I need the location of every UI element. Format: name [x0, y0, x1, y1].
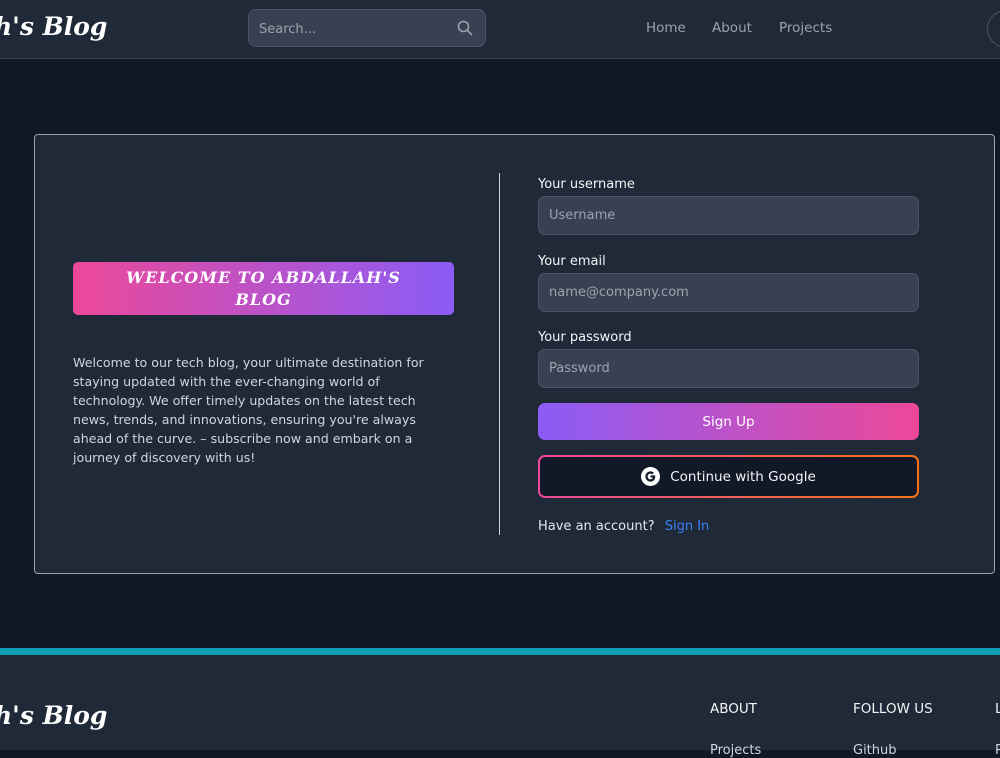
email-field[interactable]	[538, 273, 919, 312]
password-label: Your password	[538, 330, 632, 345]
footer-partial-heading: L	[995, 701, 1000, 717]
continue-with-google-button[interactable]: Continue with Google	[540, 457, 917, 496]
search-box[interactable]	[248, 9, 486, 48]
footer-about-heading: ABOUT	[710, 701, 758, 717]
nav-home-link[interactable]: Home	[646, 20, 686, 36]
footer-follow-heading: FOLLOW US	[853, 701, 933, 717]
vertical-divider	[499, 173, 500, 535]
brand-logo[interactable]: h's Blog	[0, 12, 107, 41]
top-navbar: h's Blog Home About Projects	[0, 0, 1000, 59]
username-field[interactable]	[538, 196, 919, 235]
google-button-border: Continue with Google	[538, 455, 919, 498]
have-account-row: Have an account? Sign In	[538, 519, 709, 534]
footer-partial-link[interactable]: P	[995, 743, 1000, 758]
password-field[interactable]	[538, 349, 919, 388]
signup-card: WELCOME TO ABDALLAH'S BLOG Welcome to ou…	[34, 134, 995, 574]
nav-projects-link[interactable]: Projects	[779, 20, 832, 36]
search-icon[interactable]	[457, 20, 473, 40]
google-icon	[641, 467, 661, 486]
footer-brand-logo[interactable]: h's Blog	[0, 701, 107, 730]
sign-in-link[interactable]: Sign In	[665, 519, 710, 534]
theme-toggle-button[interactable]	[987, 10, 1000, 48]
footer-github-link[interactable]: Github	[853, 743, 897, 758]
footer: h's Blog ABOUT FOLLOW US L Projects Gith…	[0, 648, 1000, 758]
sign-up-button[interactable]: Sign Up	[538, 403, 919, 440]
footer-projects-link[interactable]: Projects	[710, 743, 761, 758]
email-label: Your email	[538, 254, 606, 269]
search-input[interactable]	[249, 10, 461, 48]
intro-text: Welcome to our tech blog, your ultimate …	[73, 355, 424, 465]
nav-about-link[interactable]: About	[712, 20, 752, 36]
have-account-text: Have an account?	[538, 519, 655, 534]
welcome-banner: WELCOME TO ABDALLAH'S BLOG	[73, 262, 454, 315]
google-button-label: Continue with Google	[670, 468, 816, 485]
username-label: Your username	[538, 177, 635, 192]
